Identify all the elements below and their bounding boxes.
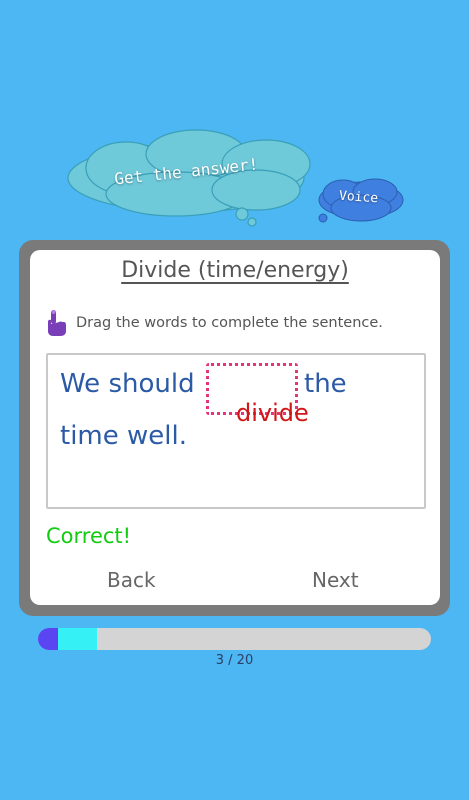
- hand-pointer-icon: [48, 310, 66, 336]
- voice-button[interactable]: Voice: [315, 176, 405, 226]
- title-text: Divide (time/energy): [121, 258, 349, 283]
- sentence-part-2: the: [304, 369, 347, 399]
- next-button[interactable]: Next: [312, 568, 359, 592]
- progress-completed-fill: [38, 628, 58, 650]
- draggable-word[interactable]: divide: [236, 399, 309, 427]
- get-answer-button[interactable]: Get the answer!: [66, 128, 316, 228]
- back-button[interactable]: Back: [107, 568, 156, 592]
- voice-label: Voice: [338, 188, 379, 207]
- progress-counter: 3 / 20: [215, 653, 254, 668]
- exercise-card: Divide (time/energy) Drag the words to c…: [30, 250, 440, 605]
- feedback-text: Correct!: [46, 524, 132, 548]
- sentence-part-1: We should: [60, 369, 195, 399]
- sentence-box: We should the time well. divide: [46, 353, 426, 509]
- exercise-title: Divide (time/energy): [30, 258, 440, 283]
- instruction-text: Drag the words to complete the sentence.: [76, 315, 383, 331]
- progress-bar: [38, 628, 431, 650]
- instruction-row: Drag the words to complete the sentence.: [44, 308, 383, 338]
- sentence-part-3: time well.: [60, 421, 187, 451]
